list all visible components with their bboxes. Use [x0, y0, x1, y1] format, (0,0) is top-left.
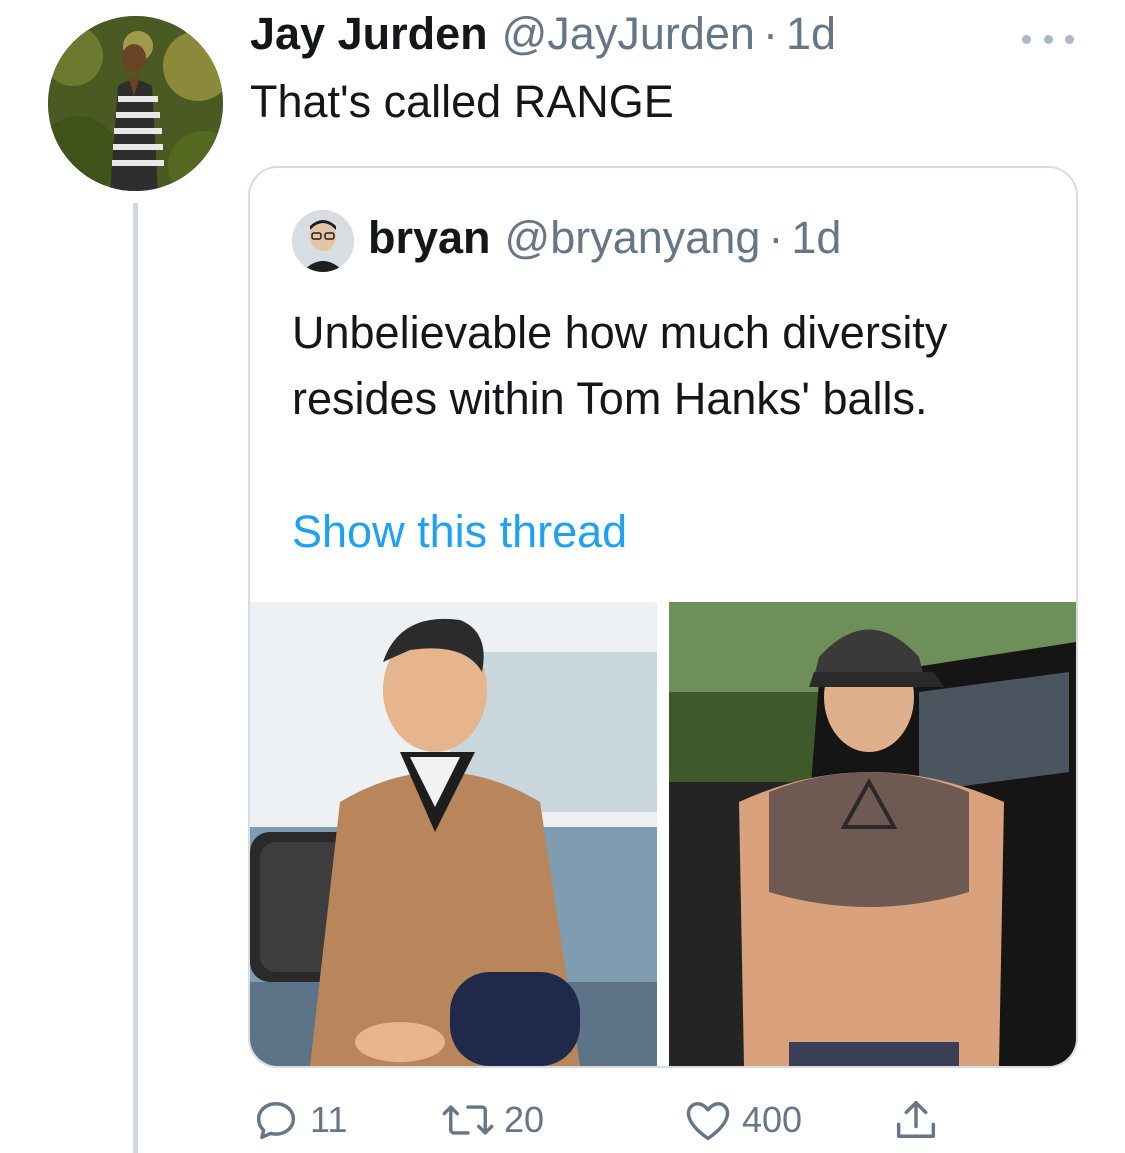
reply-count: 11 — [310, 1099, 348, 1140]
author-display-name[interactable]: Jay Jurden — [250, 8, 488, 60]
tweet-timestamp[interactable]: 1d — [786, 8, 836, 60]
reply-button[interactable]: 11 — [250, 1090, 347, 1150]
quoted-author-handle: @bryanyang — [504, 212, 761, 263]
quoted-tweet-timestamp: 1d — [791, 212, 842, 263]
more-options-icon[interactable] — [1022, 24, 1074, 54]
more-dot — [1043, 34, 1053, 44]
quoted-avatar-image — [292, 210, 354, 272]
show-thread-link[interactable]: Show this thread — [292, 506, 627, 558]
media-photo-2[interactable] — [669, 602, 1076, 1066]
more-dot — [1022, 34, 1031, 44]
media-separator — [657, 602, 669, 1066]
share-icon — [896, 1100, 936, 1138]
more-dot — [1065, 34, 1074, 44]
retweet-count: 20 — [504, 1099, 545, 1140]
header-separator: · — [762, 8, 778, 59]
tweet-header: Jay Jurden @JayJurden · 1d — [250, 8, 836, 68]
quoted-header-separator: · — [768, 212, 784, 263]
tweet-action-bar: 11 20 400 — [250, 1090, 950, 1150]
thread-connector-line — [133, 203, 138, 1153]
like-button[interactable]: 400 — [682, 1090, 802, 1150]
share-button[interactable] — [890, 1090, 942, 1150]
tweet-text: That's called RANGE — [250, 76, 674, 127]
media-grid — [250, 602, 1076, 1066]
quoted-author-display-name: bryan — [368, 212, 491, 263]
author-handle[interactable]: @JayJurden — [502, 8, 755, 60]
quoted-tweet-text: Unbelievable how much diversity resides … — [292, 307, 948, 424]
author-avatar-image — [48, 16, 223, 191]
author-avatar[interactable] — [48, 16, 223, 191]
quoted-author-avatar — [292, 210, 354, 272]
photo-1-image — [250, 602, 657, 1066]
heart-icon — [686, 1102, 730, 1141]
quoted-tweet-card[interactable]: bryan @bryanyang · 1d Unbelievable how m… — [248, 166, 1078, 1068]
quoted-tweet-header: bryan @bryanyang · 1d — [368, 212, 841, 264]
media-photo-1[interactable] — [250, 602, 657, 1066]
photo-2-image — [669, 602, 1076, 1066]
retweet-icon — [442, 1105, 494, 1135]
retweet-button[interactable]: 20 — [440, 1090, 544, 1150]
tweet-page: Jay Jurden @JayJurden · 1d That's called… — [0, 0, 1125, 1153]
like-count: 400 — [742, 1099, 803, 1140]
reply-icon — [256, 1102, 296, 1140]
